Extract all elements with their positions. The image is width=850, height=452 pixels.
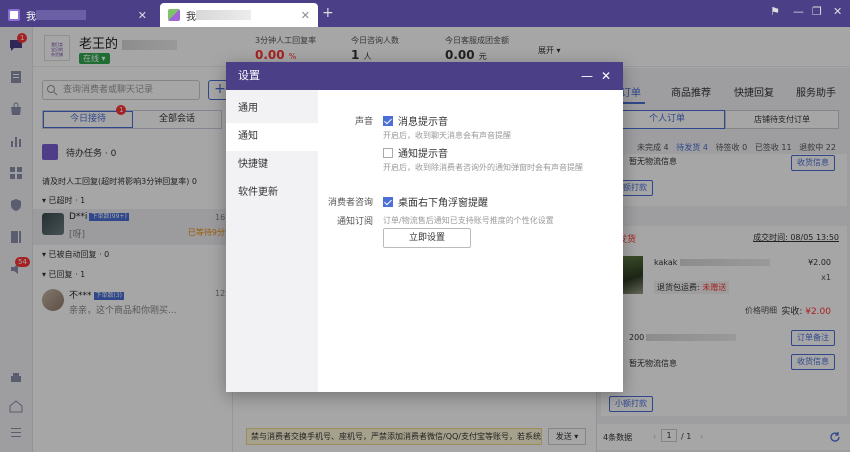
checkbox-checked[interactable]: [383, 115, 393, 126]
close-window-icon[interactable]: ✕: [833, 5, 842, 18]
settings-dialog: 设置 — ✕ 通用 通知 快捷键 软件更新 声音 消息提示音 开启后，收到聊天消…: [226, 62, 623, 392]
minimize-icon[interactable]: —: [793, 5, 804, 18]
modal-backdrop: [33, 68, 233, 452]
minimize-icon[interactable]: —: [581, 62, 593, 90]
tab-label: 我: [26, 11, 36, 23]
nav-software-update[interactable]: 软件更新: [226, 179, 318, 207]
notify-sound-hint: 开启后，收到除消费者咨询外的通知弹窗时会有声音提醒: [383, 163, 583, 172]
close-icon[interactable]: ✕: [601, 62, 611, 90]
close-icon[interactable]: ✕: [138, 9, 147, 22]
msg-sound-hint: 开启后，收到聊天消息会有声音提醒: [383, 131, 511, 140]
msg-sound-checkbox[interactable]: 消息提示音: [383, 113, 448, 128]
dialog-title: 设置: [238, 69, 260, 82]
settings-nav: 通用 通知 快捷键 软件更新: [226, 90, 318, 392]
nav-shortcuts[interactable]: 快捷键: [226, 151, 318, 179]
modal-backdrop: [0, 27, 33, 452]
consult-label: 消费者咨询: [327, 198, 373, 208]
flag-icon[interactable]: ⚑: [770, 5, 780, 18]
notify-sound-checkbox[interactable]: 通知提示音: [383, 145, 448, 160]
nav-notification[interactable]: 通知: [226, 123, 318, 151]
close-icon[interactable]: ✕: [301, 9, 310, 22]
tab-label: 我: [186, 11, 196, 23]
setup-now-button[interactable]: 立即设置: [383, 228, 471, 248]
tab-shop-1[interactable]: 我 ✕: [0, 3, 155, 27]
app-icon: [8, 9, 20, 21]
tab-shop-2[interactable]: 我 ✕: [160, 3, 318, 27]
dialog-header: 设置 — ✕: [226, 62, 623, 90]
nav-general[interactable]: 通用: [226, 95, 318, 123]
subscribe-hint: 订单/物流售后通知已支持账号推度的个性化设置: [383, 216, 554, 225]
float-remind-checkbox[interactable]: 桌面右下角浮窗提醒: [383, 194, 488, 209]
restore-icon[interactable]: ❐: [812, 5, 822, 18]
sound-label: 声音: [354, 117, 373, 127]
checkbox-checked[interactable]: [383, 196, 393, 207]
add-tab-icon[interactable]: +: [322, 5, 334, 21]
title-bar: 我 ✕ 我 ✕ + ⚑ — ❐ ✕: [0, 0, 850, 27]
app-icon: [168, 9, 180, 21]
checkbox-unchecked[interactable]: [383, 147, 393, 158]
subscribe-label: 通知订阅: [336, 217, 373, 227]
